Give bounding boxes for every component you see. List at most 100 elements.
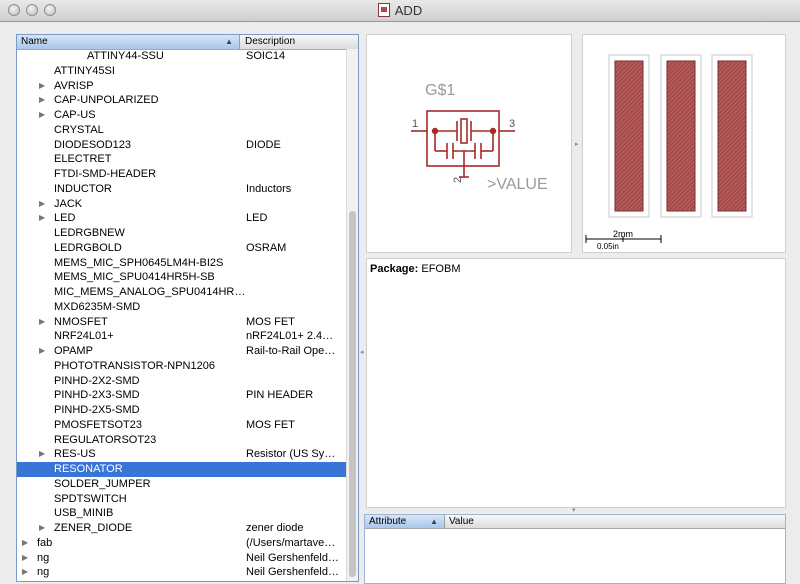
tree-row[interactable]: PINHD-2X3-SMD PIN HEADER <box>17 388 346 403</box>
tree-row[interactable]: ▶ RES-US Resistor (US Sym… <box>17 447 346 462</box>
value-column-header[interactable]: Value <box>449 515 474 528</box>
tree-row[interactable]: LEDRGBNEW <box>17 226 346 241</box>
tree-row[interactable]: PMOSFETSOT23 MOS FET <box>17 418 346 433</box>
attribute-table[interactable]: Attribute ▲ Value <box>364 514 786 584</box>
name-column-header[interactable]: Name ▲ <box>17 35 240 49</box>
disclosure-triangle-icon[interactable]: ▶ <box>39 447 45 462</box>
tree-row-description: Neil Gershenfeld… <box>246 551 339 564</box>
tree-row[interactable]: INDUCTOR Inductors <box>17 182 346 197</box>
tree-row[interactable]: ▶ ng Neil Gershenfeld… <box>17 551 346 566</box>
tree-row-name: MEMS_MIC_SPH0645LM4H-BI2S <box>54 256 224 269</box>
tree-row[interactable]: ▶ CAP-US <box>17 108 346 123</box>
disclosure-triangle-icon[interactable]: ▶ <box>39 93 45 108</box>
tree-header: Name ▲ Description <box>17 35 358 50</box>
disclosure-triangle-icon[interactable]: ▶ <box>22 565 28 580</box>
package-preview: 2mm 0.05in <box>582 34 786 253</box>
tree-row[interactable]: MIC_MEMS_ANALOG_SPU0414HR… <box>17 285 346 300</box>
splitter-handle-vertical[interactable]: ▸ <box>575 140 579 148</box>
smd-pads <box>608 54 753 218</box>
tree-row-description: Inductors <box>246 182 292 195</box>
pin-3-label: 3 <box>509 118 515 130</box>
tree-row[interactable]: ▶ ng Neil Gershenfeld… <box>17 565 346 580</box>
disclosure-triangle-icon[interactable]: ▶ <box>39 315 45 330</box>
tree-row-name: ATTINY45SI <box>54 64 115 77</box>
tree-row-description: Neil Gershenfeld… <box>246 566 339 579</box>
tree-row-description: MOS FET <box>246 315 295 328</box>
tree-row-name: ELECTRET <box>54 153 112 166</box>
tree-row[interactable]: ▶ ZENER_DIODE zener diode <box>17 521 346 536</box>
sort-ascending-icon: ▲ <box>225 37 233 46</box>
tree-row-name: ng <box>37 566 50 579</box>
title-bar: ADD <box>0 0 800 22</box>
smd-pad <box>666 60 696 212</box>
library-tree[interactable]: Name ▲ Description ATTINY44-SSU SOIC14 ATT… <box>16 34 359 582</box>
tree-row-name: MIC_MEMS_ANALOG_SPU0414HR… <box>54 286 246 298</box>
disclosure-triangle-icon[interactable]: ▶ <box>39 197 45 212</box>
tree-row-name: MEMS_MIC_SPU0414HR5H-SB <box>54 271 215 284</box>
tree-row-name: CAP-UNPOLARIZED <box>54 94 159 107</box>
disclosure-triangle-icon[interactable]: ▶ <box>22 536 28 551</box>
tree-row[interactable]: PHOTOTRANSISTOR-NPN1206 <box>17 359 346 374</box>
tree-row-name: SOLDER_JUMPER <box>54 477 151 490</box>
tree-row-name: PINHD-2X3-SMD <box>54 389 140 402</box>
tree-row[interactable]: FTDI-SMD-HEADER <box>17 167 346 182</box>
tree-row[interactable]: REGULATORSOT23 <box>17 433 346 448</box>
tree-row[interactable]: NRF24L01+ nRF24L01+ 2.4… <box>17 329 346 344</box>
tree-row[interactable]: MEMS_MIC_SPH0645LM4H-BI2S <box>17 256 346 271</box>
disclosure-triangle-icon[interactable]: ▶ <box>39 211 45 226</box>
attribute-column-label: Attribute <box>369 516 407 527</box>
tree-row-description: LED <box>246 212 268 225</box>
tree-rows: ATTINY44-SSU SOIC14 ATTINY45SI ▶ AVRISP ▶ CAP-… <box>17 49 346 580</box>
tree-row-name: CRYSTAL <box>54 123 104 136</box>
disclosure-triangle-icon[interactable]: ▶ <box>22 551 28 566</box>
tree-row-name: PHOTOTRANSISTOR-NPN1206 <box>54 359 215 372</box>
tree-row-name: ZENER_DIODE <box>54 522 133 534</box>
tree-row-name: CAP-US <box>54 109 96 121</box>
tree-row[interactable]: MXD6235M-SMD <box>17 300 346 315</box>
disclosure-triangle-icon[interactable]: ▶ <box>39 344 45 359</box>
window-title-text: ADD <box>394 3 423 18</box>
tree-row[interactable]: CRYSTAL <box>17 123 346 138</box>
tree-row[interactable]: USB_MINIB <box>17 506 346 521</box>
attribute-column-header[interactable]: Attribute ▲ <box>365 515 445 528</box>
tree-row-name: ng <box>37 551 50 564</box>
value-column-label: Value <box>449 516 474 527</box>
tree-row[interactable]: ▶ OPAMP Rail-to-Rail Ope… <box>17 344 346 359</box>
tree-row-name: FTDI-SMD-HEADER <box>54 168 157 180</box>
tree-row[interactable]: ATTINY45SI <box>17 64 346 79</box>
tree-row[interactable]: ▶ fab (/Users/martave… <box>17 536 346 551</box>
attribute-table-header: Attribute ▲ Value <box>365 515 785 529</box>
tree-row-name: INDUCTOR <box>54 182 112 195</box>
tree-row[interactable]: ▶ NMOSFET MOS FET <box>17 315 346 330</box>
tree-row[interactable]: LEDRGBOLD OSRAM <box>17 241 346 256</box>
tree-row[interactable]: DIODESOD123 DIODE <box>17 138 346 153</box>
tree-row-description: zener diode <box>246 522 304 534</box>
tree-row[interactable]: SOLDER_JUMPER <box>17 477 346 492</box>
tree-scrollbar[interactable] <box>346 49 358 581</box>
disclosure-triangle-icon[interactable]: ▶ <box>39 108 45 123</box>
description-column-header[interactable]: Description <box>245 35 295 49</box>
splitter-handle-horizontal[interactable]: ▾ <box>572 506 576 514</box>
tree-row[interactable]: ▶ CAP-UNPOLARIZED <box>17 93 346 108</box>
symbol-preview: G$1 1 3 2 >VALUE <box>366 34 572 253</box>
tree-row[interactable]: MEMS_MIC_SPU0414HR5H-SB <box>17 270 346 285</box>
tree-row[interactable]: SPDTSWITCH <box>17 492 346 507</box>
tree-scrollbar-thumb[interactable] <box>349 211 356 577</box>
scale-mm-label: 2mm <box>613 229 633 239</box>
tree-row-name: PMOSFETSOT23 <box>54 418 143 431</box>
tree-row[interactable]: PINHD-2X2-SMD <box>17 374 346 389</box>
tree-row[interactable]: ▶ LED LED <box>17 211 346 226</box>
tree-row[interactable]: ▶ AVRISP <box>17 79 346 94</box>
tree-row-name: DIODESOD123 <box>54 138 132 151</box>
tree-row-description: DIODE <box>246 138 281 151</box>
tree-row[interactable]: ELECTRET <box>17 152 346 167</box>
tree-row[interactable]: ▶ JACK <box>17 197 346 212</box>
tree-row-selected[interactable]: RESONATOR <box>17 462 346 477</box>
disclosure-triangle-icon[interactable]: ▶ <box>39 79 45 94</box>
splitter-handle[interactable]: ◂ <box>360 348 364 356</box>
tree-row-name: PINHD-2X2-SMD <box>54 374 140 387</box>
tree-row[interactable]: PINHD-2X5-SMD <box>17 403 346 418</box>
resonator-graphic <box>411 110 515 178</box>
tree-row[interactable]: ATTINY44-SSU SOIC14 <box>17 49 346 64</box>
disclosure-triangle-icon[interactable]: ▶ <box>39 521 45 536</box>
